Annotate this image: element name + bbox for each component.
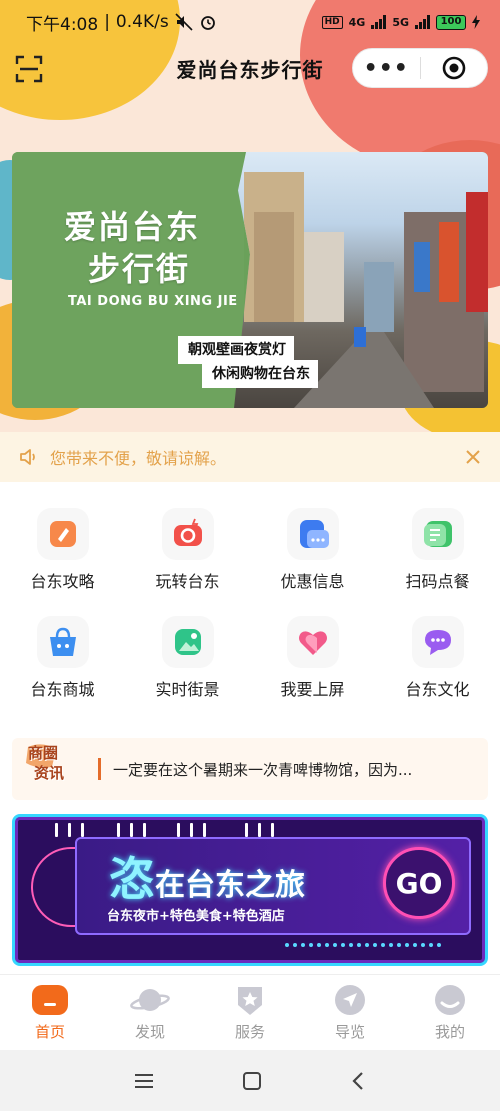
grid-item-mall[interactable]: 台东商城 bbox=[0, 616, 125, 700]
tab-label: 服务 bbox=[234, 1023, 265, 1041]
go-button[interactable]: GO bbox=[383, 847, 455, 919]
tab-label: 发现 bbox=[134, 1023, 165, 1041]
grid-item-on-screen[interactable]: 我要上屏 bbox=[250, 616, 375, 700]
hd-badge: HD bbox=[321, 15, 343, 29]
shopping-bag-icon bbox=[36, 616, 89, 668]
status-left: 下午4:08 | 0.4K/s bbox=[26, 10, 217, 35]
tab-label: 首页 bbox=[34, 1023, 65, 1041]
guide-icon bbox=[36, 508, 89, 560]
network-5g-label: 5G bbox=[392, 15, 409, 29]
charging-icon bbox=[472, 15, 480, 29]
more-dots-icon: ••• bbox=[363, 55, 409, 81]
coupon-icon bbox=[286, 508, 339, 560]
grid-item-culture[interactable]: 台东文化 bbox=[375, 616, 500, 700]
tab-discover[interactable]: 发现 bbox=[100, 975, 200, 1050]
news-badge: 商圈 资讯 bbox=[26, 743, 84, 795]
hero-banner[interactable]: 爱尚台东 步行街 TAI DONG BU XING JIE 朝观壁画夜赏灯 休闲… bbox=[12, 152, 488, 408]
street-view-icon bbox=[161, 616, 214, 668]
bottom-tab-bar: 首页 发现 服务 导览 我的 bbox=[0, 974, 500, 1050]
grid-item-label: 优惠信息 bbox=[280, 572, 345, 591]
battery-icon: 100 bbox=[436, 14, 466, 30]
mini-program-capsule: ••• bbox=[352, 48, 488, 88]
back-icon[interactable] bbox=[349, 1070, 367, 1092]
decor-pips bbox=[245, 823, 274, 837]
close-mini-program-button[interactable] bbox=[421, 49, 488, 87]
feature-grid: 台东攻略 玩转台东 优惠信息 扫码点餐 台东商城 实时街景 我要上屏 台东文化 bbox=[0, 508, 500, 700]
banner-title: 爱尚台东 步行街 bbox=[64, 206, 200, 290]
banner-title-line1: 爱尚台东 bbox=[64, 208, 201, 246]
mute-icon bbox=[175, 13, 193, 31]
grid-item-label: 玩转台东 bbox=[155, 572, 220, 591]
status-bar: 下午4:08 | 0.4K/s HD 4G 5G 100 bbox=[0, 0, 500, 44]
scan-button[interactable] bbox=[14, 54, 44, 84]
camera-icon bbox=[161, 508, 214, 560]
grid-item-explore[interactable]: 玩转台东 bbox=[125, 508, 250, 592]
news-divider bbox=[98, 758, 101, 780]
tab-guide[interactable]: 导览 bbox=[300, 975, 400, 1050]
promo-title-rest: 在台东之旅 bbox=[155, 868, 305, 903]
decor-pips bbox=[177, 823, 206, 837]
signal-icon bbox=[371, 15, 387, 29]
more-options-button[interactable]: ••• bbox=[353, 49, 420, 87]
close-icon[interactable] bbox=[464, 448, 482, 466]
main-content: 台东攻略 玩转台东 优惠信息 扫码点餐 台东商城 实时街景 我要上屏 台东文化 … bbox=[0, 482, 500, 974]
banner-pinyin: TAI DONG BU XING JIE bbox=[68, 294, 238, 309]
promo-title-big: 恣 bbox=[109, 852, 155, 906]
grid-item-label: 台东商城 bbox=[30, 680, 95, 699]
decor-dots bbox=[285, 943, 441, 947]
banner-tag: 休闲购物在台东 bbox=[202, 360, 318, 388]
nav-bar: 爱尚台东步行街 ••• bbox=[0, 44, 500, 92]
grid-item-deals[interactable]: 优惠信息 bbox=[250, 508, 375, 592]
heart-icon bbox=[286, 616, 339, 668]
status-right: HD 4G 5G 100 bbox=[321, 14, 480, 30]
tab-label: 导览 bbox=[334, 1023, 365, 1041]
status-speed: 0.4K/s bbox=[115, 12, 169, 32]
grid-item-label: 我要上屏 bbox=[280, 680, 345, 699]
decor-pips bbox=[55, 823, 84, 837]
news-badge-line1: 商圈 bbox=[28, 744, 59, 762]
signal-icon bbox=[415, 15, 430, 29]
tab-home[interactable]: 首页 bbox=[0, 975, 100, 1050]
promo-banner[interactable]: 恣在台东之旅 台东夜市+特色美食+特色酒店 GO bbox=[12, 814, 488, 966]
tab-service[interactable]: 服务 bbox=[200, 975, 300, 1050]
network-4g-label: 4G bbox=[348, 15, 366, 29]
status-time: 下午4:08 bbox=[26, 14, 99, 35]
banner-title-line2: 步行街 bbox=[88, 250, 191, 288]
page-title: 爱尚台东步行街 bbox=[176, 57, 324, 82]
menu-icon[interactable] bbox=[133, 1072, 155, 1090]
news-ticker[interactable]: 商圈 资讯 一定要在这个暑期来一次青啤博物馆，因为... bbox=[12, 738, 488, 800]
news-badge-line2: 资讯 bbox=[34, 764, 65, 782]
alarm-icon bbox=[200, 16, 215, 30]
grid-item-label: 台东文化 bbox=[405, 680, 470, 699]
grid-item-street-view[interactable]: 实时街景 bbox=[125, 616, 250, 700]
news-headline: 一定要在这个暑期来一次青啤博物馆，因为... bbox=[113, 760, 413, 779]
grid-item-label: 台东攻略 bbox=[30, 572, 95, 591]
chat-bubble-icon bbox=[411, 616, 464, 668]
grid-item-label: 扫码点餐 bbox=[405, 572, 470, 591]
star-shield-icon bbox=[230, 983, 270, 1017]
profile-icon bbox=[430, 983, 470, 1017]
grid-item-scan-order[interactable]: 扫码点餐 bbox=[375, 508, 500, 592]
tab-label: 我的 bbox=[434, 1023, 465, 1041]
status-divider: | bbox=[104, 12, 110, 32]
decor-pips bbox=[117, 823, 146, 837]
tab-profile[interactable]: 我的 bbox=[400, 975, 500, 1050]
system-navigation-bar bbox=[0, 1050, 500, 1111]
notice-bar: 您带来不便，敬请谅解。 bbox=[0, 432, 500, 482]
grid-item-label: 实时街景 bbox=[155, 680, 220, 699]
notice-text: 您带来不便，敬请谅解。 bbox=[50, 449, 227, 468]
promo-title: 恣在台东之旅 bbox=[109, 843, 305, 909]
speaker-icon bbox=[20, 449, 35, 465]
home-square-icon[interactable] bbox=[241, 1070, 263, 1092]
promo-subtitle: 台东夜市+特色美食+特色酒店 bbox=[107, 909, 285, 924]
home-icon bbox=[30, 983, 70, 1017]
navigation-icon bbox=[330, 983, 370, 1017]
scan-order-icon bbox=[411, 508, 464, 560]
planet-icon bbox=[130, 983, 170, 1017]
scan-icon bbox=[15, 55, 43, 83]
target-close-icon bbox=[442, 56, 466, 80]
grid-item-guide[interactable]: 台东攻略 bbox=[0, 508, 125, 592]
